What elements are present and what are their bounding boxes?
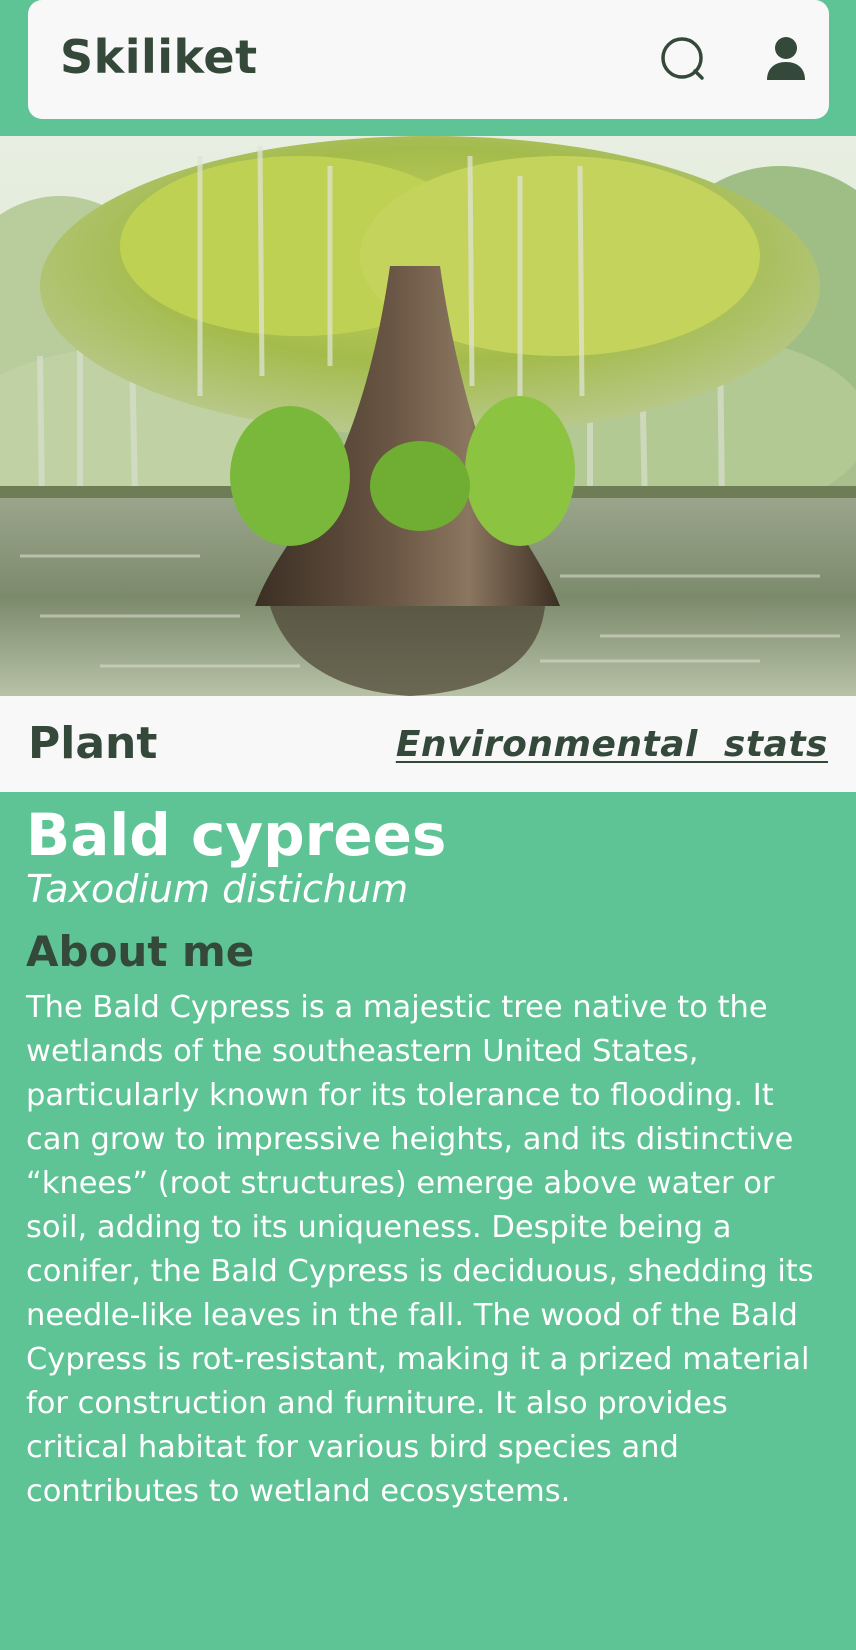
profile-button[interactable]	[764, 36, 808, 84]
plant-common-name: Bald cyprees	[26, 801, 447, 869]
user-icon	[767, 37, 805, 80]
tab-plant[interactable]: Plant	[28, 718, 157, 769]
search-button[interactable]	[658, 34, 710, 86]
about-description: The Bald Cypress is a majestic tree nati…	[26, 990, 814, 1509]
search-icon	[661, 37, 704, 80]
bald-cypress-photo	[0, 136, 856, 696]
tab-bar: Plant Environmental stats	[0, 696, 856, 792]
plant-details: Bald cyprees Taxodium distichum About me…	[26, 800, 826, 1514]
app-title: Skiliket	[60, 30, 258, 84]
plant-hero-image	[0, 136, 856, 696]
plant-scientific-name: Taxodium distichum	[26, 867, 409, 911]
about-heading: About me	[26, 927, 255, 976]
tab-environmental-stats[interactable]: Environmental stats	[396, 724, 828, 765]
app-header: Skiliket	[28, 0, 829, 119]
